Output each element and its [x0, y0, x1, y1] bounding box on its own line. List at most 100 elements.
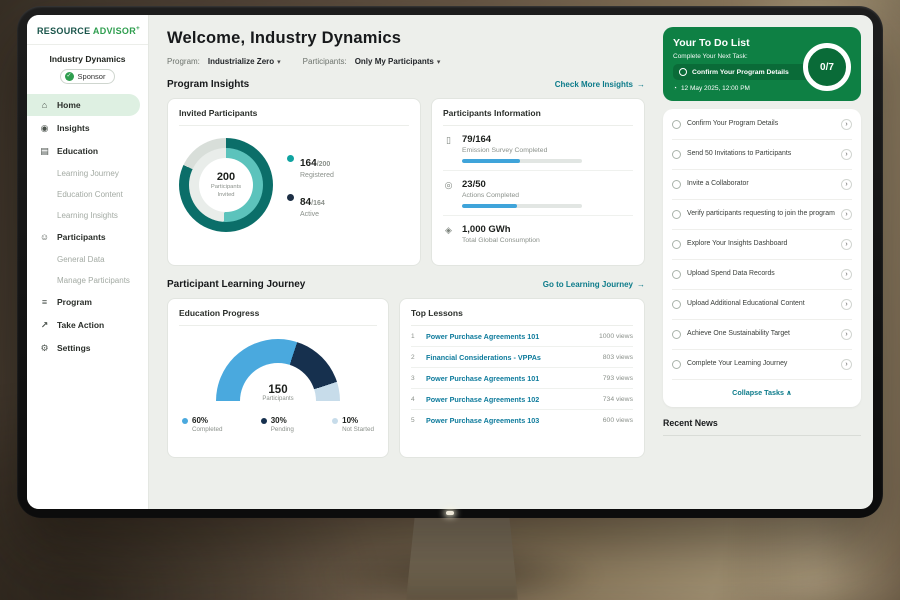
chevron-right-icon[interactable]: ›	[841, 269, 852, 280]
legend-value: 84	[300, 197, 311, 208]
next-task-checkbox[interactable]	[679, 68, 687, 76]
task-row[interactable]: Upload Additional Educational Content ›	[672, 290, 852, 320]
chevron-right-icon[interactable]: ›	[841, 179, 852, 190]
todo-panel: Your To Do List Complete Your Next Task:…	[659, 15, 873, 509]
caret-down-icon: ▾	[437, 58, 441, 66]
collapse-label: Collapse Tasks	[732, 388, 784, 397]
lesson-link[interactable]: Power Purchase Agreements 102	[426, 395, 596, 404]
task-label: Confirm Your Program Details	[687, 120, 835, 129]
chevron-right-icon[interactable]: ›	[841, 299, 852, 310]
power-led-icon	[446, 511, 454, 515]
sidebar-item-education-content[interactable]: Education Content	[27, 184, 140, 204]
sidebar-item-take-action[interactable]: ↗ Take Action	[27, 314, 140, 336]
registered-dot-icon	[287, 155, 294, 162]
sidebar-item-education[interactable]: ▤ Education	[27, 140, 140, 162]
info-row-consumption: ◈ 1,000 GWh Total Global Consumption	[443, 216, 633, 251]
education-progress-card: Education Progress 150 Participants	[167, 298, 389, 458]
participants-select[interactable]: Only My Participants ▾	[355, 57, 441, 66]
info-row-actions: ◎ 23/50 Actions Completed	[443, 171, 633, 216]
arrow-right-icon: →	[637, 280, 645, 289]
task-row[interactable]: Complete Your Learning Journey ›	[672, 350, 852, 380]
info-label: Actions Completed	[462, 192, 582, 199]
monitor-stand	[406, 514, 518, 600]
lesson-link[interactable]: Power Purchase Agreements 103	[426, 416, 596, 425]
gauge-legend: 60% Completed 30% Pending	[179, 416, 377, 433]
sidebar-item-participants[interactable]: ☺ Participants	[27, 226, 140, 248]
actions-progress-bar	[462, 204, 582, 208]
learning-journey-header: Participant Learning Journey Go to Learn…	[167, 279, 645, 290]
go-to-learning-journey-link[interactable]: Go to Learning Journey →	[543, 280, 645, 289]
sidebar-item-insights[interactable]: ◉ Insights	[27, 117, 140, 139]
sidebar-item-program[interactable]: ≡ Program	[27, 291, 140, 313]
org-name: Industry Dynamics	[27, 54, 148, 64]
lesson-link[interactable]: Financial Considerations - VPPAs	[426, 353, 596, 362]
task-checkbox[interactable]	[672, 120, 681, 129]
sidebar-item-home[interactable]: ⌂ Home	[27, 94, 140, 116]
task-row[interactable]: Achieve One Sustainability Target ›	[672, 320, 852, 350]
task-row[interactable]: Verify participants requesting to join t…	[672, 200, 852, 230]
brand-logo: RESOURCE ADVISOR+	[27, 25, 148, 45]
lesson-row: 5 Power Purchase Agreements 103 600 view…	[411, 410, 633, 430]
task-label: Invite a Collaborator	[687, 180, 835, 189]
info-value: 79/164	[462, 134, 582, 145]
sidebar-item-learning-journey[interactable]: Learning Journey	[27, 163, 140, 183]
chevron-right-icon[interactable]: ›	[841, 209, 852, 220]
donut-center: 200 Participants Invited	[199, 158, 253, 212]
collapse-tasks-link[interactable]: Collapse Tasks ∧	[672, 380, 852, 406]
legend-pct: 10%	[342, 416, 374, 425]
card-title: Education Progress	[179, 308, 377, 326]
task-checkbox[interactable]	[672, 300, 681, 309]
invited-participants-donut: 200 Participants Invited	[179, 138, 273, 232]
donut-center-value: 200	[217, 171, 235, 183]
clock-icon: ◔	[673, 85, 677, 92]
lesson-views: 734 views	[603, 396, 633, 403]
program-insights-header: Program Insights Check More Insights →	[167, 79, 645, 90]
next-task-strip[interactable]: Confirm Your Program Details	[673, 64, 813, 80]
lesson-row: 3 Power Purchase Agreements 101 793 view…	[411, 368, 633, 389]
completed-dot-icon	[182, 418, 188, 424]
legend-item-pending: 30% Pending	[261, 416, 294, 433]
sidebar-item-label: Home	[57, 100, 81, 110]
task-row[interactable]: Explore Your Insights Dashboard ›	[672, 230, 852, 260]
task-checkbox[interactable]	[672, 270, 681, 279]
emission-progress-bar	[462, 159, 582, 163]
program-icon: ≡	[39, 297, 50, 307]
chevron-right-icon[interactable]: ›	[841, 239, 852, 250]
program-insights-title: Program Insights	[167, 79, 249, 90]
sidebar-item-manage-participants[interactable]: Manage Participants	[27, 270, 140, 290]
program-select-value: Industrialize Zero	[208, 57, 274, 66]
page-title: Welcome, Industry Dynamics	[167, 29, 645, 48]
task-checkbox[interactable]	[672, 360, 681, 369]
task-row[interactable]: Upload Spend Data Records ›	[672, 260, 852, 290]
sponsor-badge[interactable]: ✓ Sponsor	[60, 69, 116, 84]
lesson-link[interactable]: Power Purchase Agreements 101	[426, 374, 596, 383]
program-select[interactable]: Industrialize Zero ▾	[208, 57, 281, 66]
chevron-right-icon[interactable]: ›	[841, 149, 852, 160]
task-checkbox[interactable]	[672, 150, 681, 159]
chevron-right-icon[interactable]: ›	[841, 329, 852, 340]
sidebar-item-general-data[interactable]: General Data	[27, 249, 140, 269]
link-label: Go to Learning Journey	[543, 280, 633, 289]
task-row[interactable]: Invite a Collaborator ›	[672, 170, 852, 200]
monitor: RESOURCE ADVISOR+ Industry Dynamics ✓ Sp…	[17, 6, 883, 518]
legend-item-active: 84/164 Active	[287, 192, 334, 218]
task-checkbox[interactable]	[672, 210, 681, 219]
task-row[interactable]: Confirm Your Program Details ›	[672, 110, 852, 140]
education-progress-gauge: 150 Participants	[216, 339, 340, 403]
filters-bar: Program: Industrialize Zero ▾ Participan…	[167, 57, 645, 66]
task-checkbox[interactable]	[672, 330, 681, 339]
sidebar-item-learning-insights[interactable]: Learning Insights	[27, 205, 140, 225]
dashboard-app: RESOURCE ADVISOR+ Industry Dynamics ✓ Sp…	[27, 15, 873, 509]
check-more-insights-link[interactable]: Check More Insights →	[555, 80, 645, 89]
chevron-right-icon[interactable]: ›	[841, 359, 852, 370]
sidebar-item-settings[interactable]: ⚙ Settings	[27, 337, 140, 359]
task-row[interactable]: Send 50 Invitations to Participants ›	[672, 140, 852, 170]
caret-down-icon: ▾	[277, 58, 281, 66]
task-label: Upload Spend Data Records	[687, 270, 835, 279]
lesson-link[interactable]: Power Purchase Agreements 101	[426, 332, 592, 341]
todo-summary-card: Your To Do List Complete Your Next Task:…	[663, 27, 861, 101]
sidebar-item-label: Take Action	[57, 320, 104, 330]
task-checkbox[interactable]	[672, 240, 681, 249]
chevron-right-icon[interactable]: ›	[841, 119, 852, 130]
task-checkbox[interactable]	[672, 180, 681, 189]
